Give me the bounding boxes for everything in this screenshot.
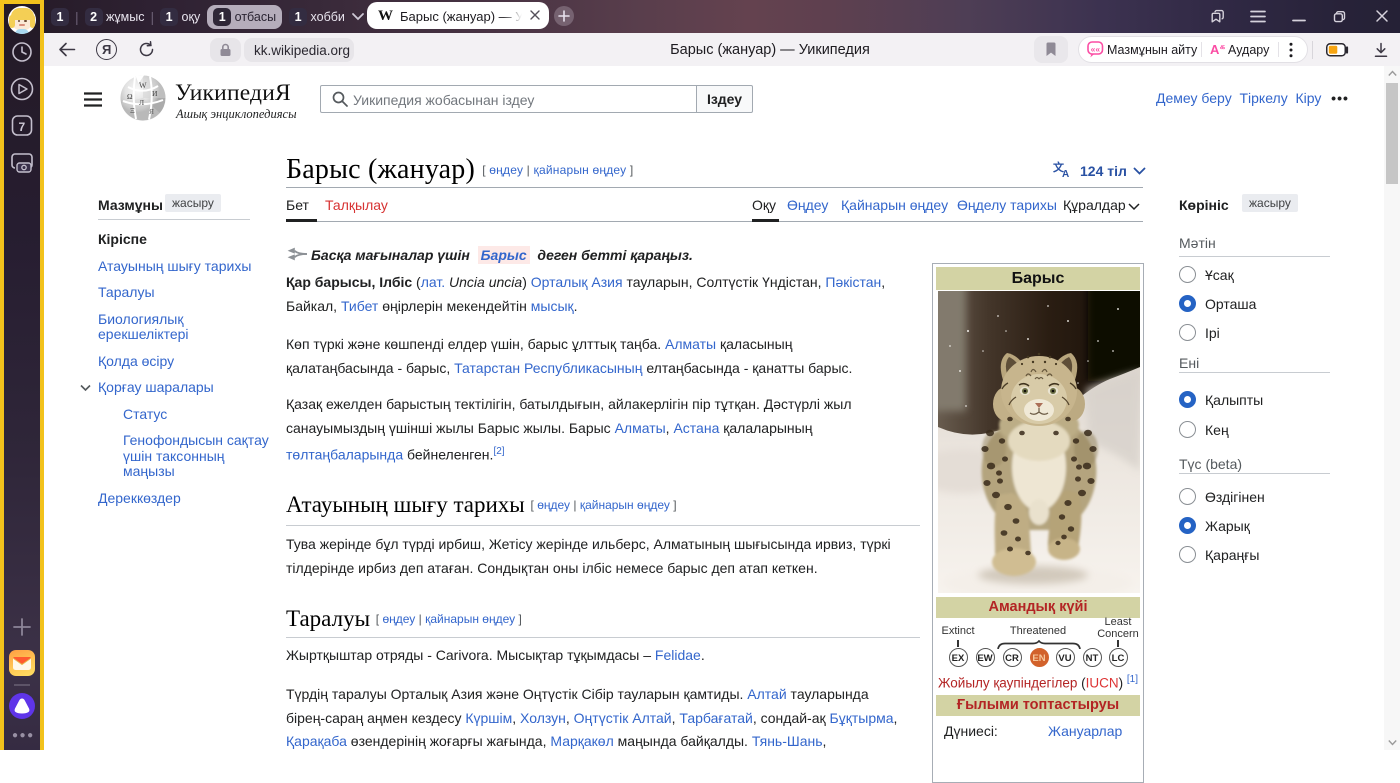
svg-text:A: A — [1062, 169, 1069, 178]
svg-text:Я: Я — [149, 107, 154, 116]
svg-text:W: W — [139, 81, 147, 90]
svg-text:««: «« — [1091, 44, 1101, 54]
svg-text:Л: Л — [139, 98, 144, 107]
svg-text:И: И — [152, 89, 158, 98]
svg-text:7: 7 — [19, 120, 26, 134]
svg-text:Ω: Ω — [127, 92, 133, 101]
svg-text:Ξ: Ξ — [130, 106, 135, 115]
